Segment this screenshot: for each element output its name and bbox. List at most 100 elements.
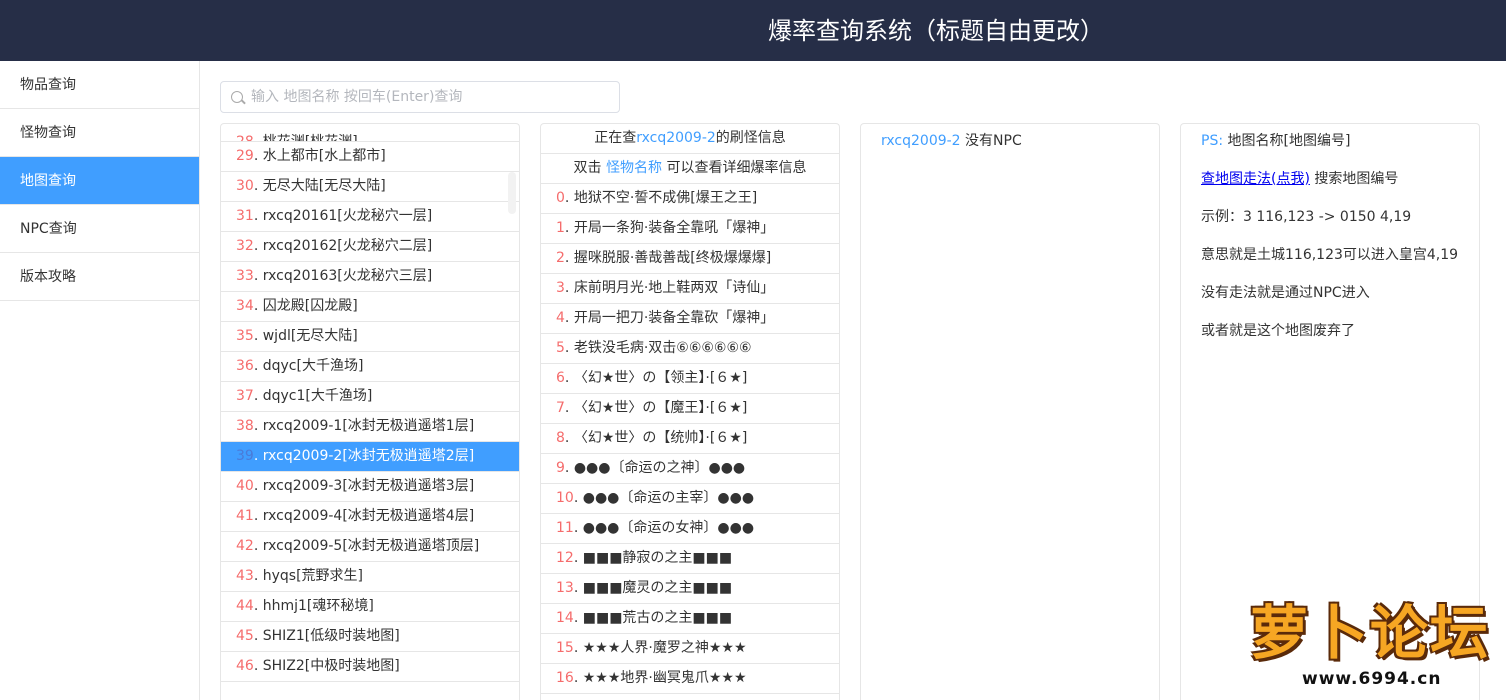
monster-row[interactable]: 6. 〈幻★世〉の【领主】·[６★] bbox=[541, 364, 839, 394]
row-index: 1 bbox=[556, 220, 565, 236]
row-separator: . bbox=[253, 418, 263, 434]
row-name: ★★★人界·魔罗之神★★★ bbox=[582, 640, 747, 656]
monster-row[interactable]: 16. ★★★地界·幽冥鬼爪★★★ bbox=[541, 664, 839, 694]
row-separator: . bbox=[253, 208, 263, 224]
row-name: 无尽大陆[无尽大陆] bbox=[262, 178, 386, 194]
sidebar-item-item-query[interactable]: 物品查询 bbox=[0, 61, 199, 109]
row-name: 握咪脱服·善哉善哉[终极爆爆爆] bbox=[573, 250, 772, 266]
monster-row[interactable]: 4. 开局一把刀·装备全靠砍「爆神」 bbox=[541, 304, 839, 334]
map-row[interactable]: 40. rxcq2009-3[冰封无极逍遥塔3层] bbox=[221, 472, 519, 502]
monster-row[interactable]: 12. ■■■静寂の之主■■■ bbox=[541, 544, 839, 574]
row-name: ●●●〔命运の女神〕●●● bbox=[582, 520, 755, 536]
row-separator: . bbox=[564, 190, 574, 206]
map-row[interactable]: 30. 无尽大陆[无尽大陆] bbox=[221, 172, 519, 202]
row-index: 10 bbox=[556, 490, 574, 506]
row-index: 4 bbox=[556, 310, 565, 326]
map-row[interactable]: 39. rxcq2009-2[冰封无极逍遥塔2层] bbox=[221, 442, 519, 472]
row-index: 39 bbox=[236, 448, 254, 464]
map-row[interactable]: 33. rxcq20163[火龙秘穴三层] bbox=[221, 262, 519, 292]
sidebar: 物品查询 怪物查询 地图查询 NPC查询 版本攻略 bbox=[0, 61, 200, 700]
row-separator: . bbox=[253, 238, 263, 254]
map-row[interactable]: 34. 囚龙殿[囚龙殿] bbox=[221, 292, 519, 322]
row-index: 36 bbox=[236, 358, 254, 374]
map-row[interactable]: 32. rxcq20162[火龙秘穴二层] bbox=[221, 232, 519, 262]
sidebar-item-map-query[interactable]: 地图查询 bbox=[0, 157, 199, 205]
help-ps: PS: 地图名称[地图编号] bbox=[1201, 130, 1350, 150]
row-name: rxcq2009-3[冰封无极逍遥塔3层] bbox=[262, 478, 475, 494]
row-separator: . bbox=[253, 148, 263, 164]
row-name: 桃花渊[桃花渊] bbox=[262, 134, 358, 142]
monster-row[interactable]: 1. 开局一条狗·装备全靠吼「爆神」 bbox=[541, 214, 839, 244]
row-separator: . bbox=[564, 460, 574, 476]
monster-row[interactable]: 0. 地狱不空·誓不成佛[爆王之王] bbox=[541, 184, 839, 214]
monster-row[interactable]: 9. ●●●〔命运の之神〕●●● bbox=[541, 454, 839, 484]
map-row[interactable]: 36. dqyc[大千渔场] bbox=[221, 352, 519, 382]
monster-row[interactable]: 13. ■■■魔灵の之主■■■ bbox=[541, 574, 839, 604]
map-row[interactable]: 41. rxcq2009-4[冰封无极逍遥塔4层] bbox=[221, 502, 519, 532]
map-row[interactable]: 45. SHIZ1[低级时装地图] bbox=[221, 622, 519, 652]
row-index: 9 bbox=[556, 460, 565, 476]
row-name: ■■■荒古の之主■■■ bbox=[582, 610, 733, 626]
monster-row[interactable]: 7. 〈幻★世〉の【魔王】·[６★] bbox=[541, 394, 839, 424]
npc-map-name: rxcq2009-2 bbox=[881, 133, 961, 149]
row-name: 〈幻★世〉の【魔王】·[６★] bbox=[573, 400, 748, 416]
route-link[interactable]: 查地图走法(点我) bbox=[1201, 171, 1310, 187]
hint-prefix: 双击 bbox=[573, 160, 602, 176]
map-row[interactable]: 31. rxcq20161[火龙秘穴一层] bbox=[221, 202, 519, 232]
map-row[interactable]: 29. 水上都市[水上都市] bbox=[221, 142, 519, 172]
row-index: 13 bbox=[556, 580, 574, 596]
map-row[interactable]: 46. SHIZ2[中极时装地图] bbox=[221, 652, 519, 682]
monster-row[interactable]: 2. 握咪脱服·善哉善哉[终极爆爆爆] bbox=[541, 244, 839, 274]
row-separator: . bbox=[573, 490, 583, 506]
header-prefix: 正在查 bbox=[594, 130, 637, 146]
row-name: 开局一条狗·装备全靠吼「爆神」 bbox=[573, 220, 775, 236]
row-name: rxcq2009-5[冰封无极逍遥塔顶层] bbox=[262, 538, 480, 554]
row-name: 开局一把刀·装备全靠砍「爆神」 bbox=[573, 310, 775, 326]
row-separator: . bbox=[253, 598, 263, 614]
monster-row[interactable]: 11. ●●●〔命运の女神〕●●● bbox=[541, 514, 839, 544]
row-name: dqyc1[大千渔场] bbox=[262, 388, 373, 404]
current-map-name: rxcq2009-2 bbox=[636, 130, 716, 146]
scrollbar-thumb[interactable] bbox=[508, 172, 516, 214]
row-separator: . bbox=[573, 520, 583, 536]
row-name: dqyc[大千渔场] bbox=[262, 358, 364, 374]
row-name: wjdl[无尽大陆] bbox=[262, 328, 358, 344]
sidebar-item-monster-query[interactable]: 怪物查询 bbox=[0, 109, 199, 157]
monster-row[interactable]: 5. 老铁没毛病·双击⑥⑥⑥⑥⑥⑥ bbox=[541, 334, 839, 364]
monster-row[interactable]: 8. 〈幻★世〉の【统帅】·[６★] bbox=[541, 424, 839, 454]
map-row[interactable]: 43. hyqs[荒野求生] bbox=[221, 562, 519, 592]
row-separator: . bbox=[253, 508, 263, 524]
map-row[interactable]: 28. 桃花渊[桃花渊] bbox=[221, 124, 519, 142]
row-separator: . bbox=[253, 568, 263, 584]
sidebar-item-version-guide[interactable]: 版本攻略 bbox=[0, 253, 199, 301]
search-input[interactable] bbox=[251, 82, 611, 112]
row-index: 16 bbox=[556, 670, 574, 686]
monster-row[interactable]: 15. ★★★人界·魔罗之神★★★ bbox=[541, 634, 839, 664]
map-row[interactable]: 44. hhmj1[魂环秘境] bbox=[221, 592, 519, 622]
row-separator: . bbox=[253, 298, 263, 314]
map-row[interactable]: 38. rxcq2009-1[冰封无极逍遥塔1层] bbox=[221, 412, 519, 442]
ps-label: PS: bbox=[1201, 133, 1224, 149]
header-suffix: 的刷怪信息 bbox=[715, 130, 786, 146]
row-separator: . bbox=[253, 478, 263, 494]
search-icon bbox=[231, 91, 243, 103]
page-title: 爆率查询系统（标题自由更改） bbox=[768, 17, 1104, 45]
help-example: 示例：3 116,123 -> 0150 4,19 bbox=[1201, 209, 1412, 225]
monster-row[interactable]: 3. 床前明月光·地上鞋两双「诗仙」 bbox=[541, 274, 839, 304]
row-separator: . bbox=[253, 388, 263, 404]
sidebar-item-npc-query[interactable]: NPC查询 bbox=[0, 205, 199, 253]
row-separator: . bbox=[573, 550, 583, 566]
hint-suffix: 可以查看详细爆率信息 bbox=[666, 160, 807, 176]
row-name: hhmj1[魂环秘境] bbox=[262, 598, 374, 614]
monster-row[interactable]: 14. ■■■荒古の之主■■■ bbox=[541, 604, 839, 634]
monster-row[interactable]: 10. ●●●〔命运の主宰〕●●● bbox=[541, 484, 839, 514]
map-row[interactable]: 37. dqyc1[大千渔场] bbox=[221, 382, 519, 412]
row-index: 28 bbox=[236, 134, 254, 142]
row-name: 床前明月光·地上鞋两双「诗仙」 bbox=[573, 280, 775, 296]
row-index: 46 bbox=[236, 658, 254, 674]
row-index: 11 bbox=[556, 520, 574, 536]
map-row[interactable]: 42. rxcq2009-5[冰封无极逍遥塔顶层] bbox=[221, 532, 519, 562]
row-index: 5 bbox=[556, 340, 565, 356]
map-row[interactable]: 35. wjdl[无尽大陆] bbox=[221, 322, 519, 352]
row-name: rxcq2009-1[冰封无极逍遥塔1层] bbox=[262, 418, 475, 434]
